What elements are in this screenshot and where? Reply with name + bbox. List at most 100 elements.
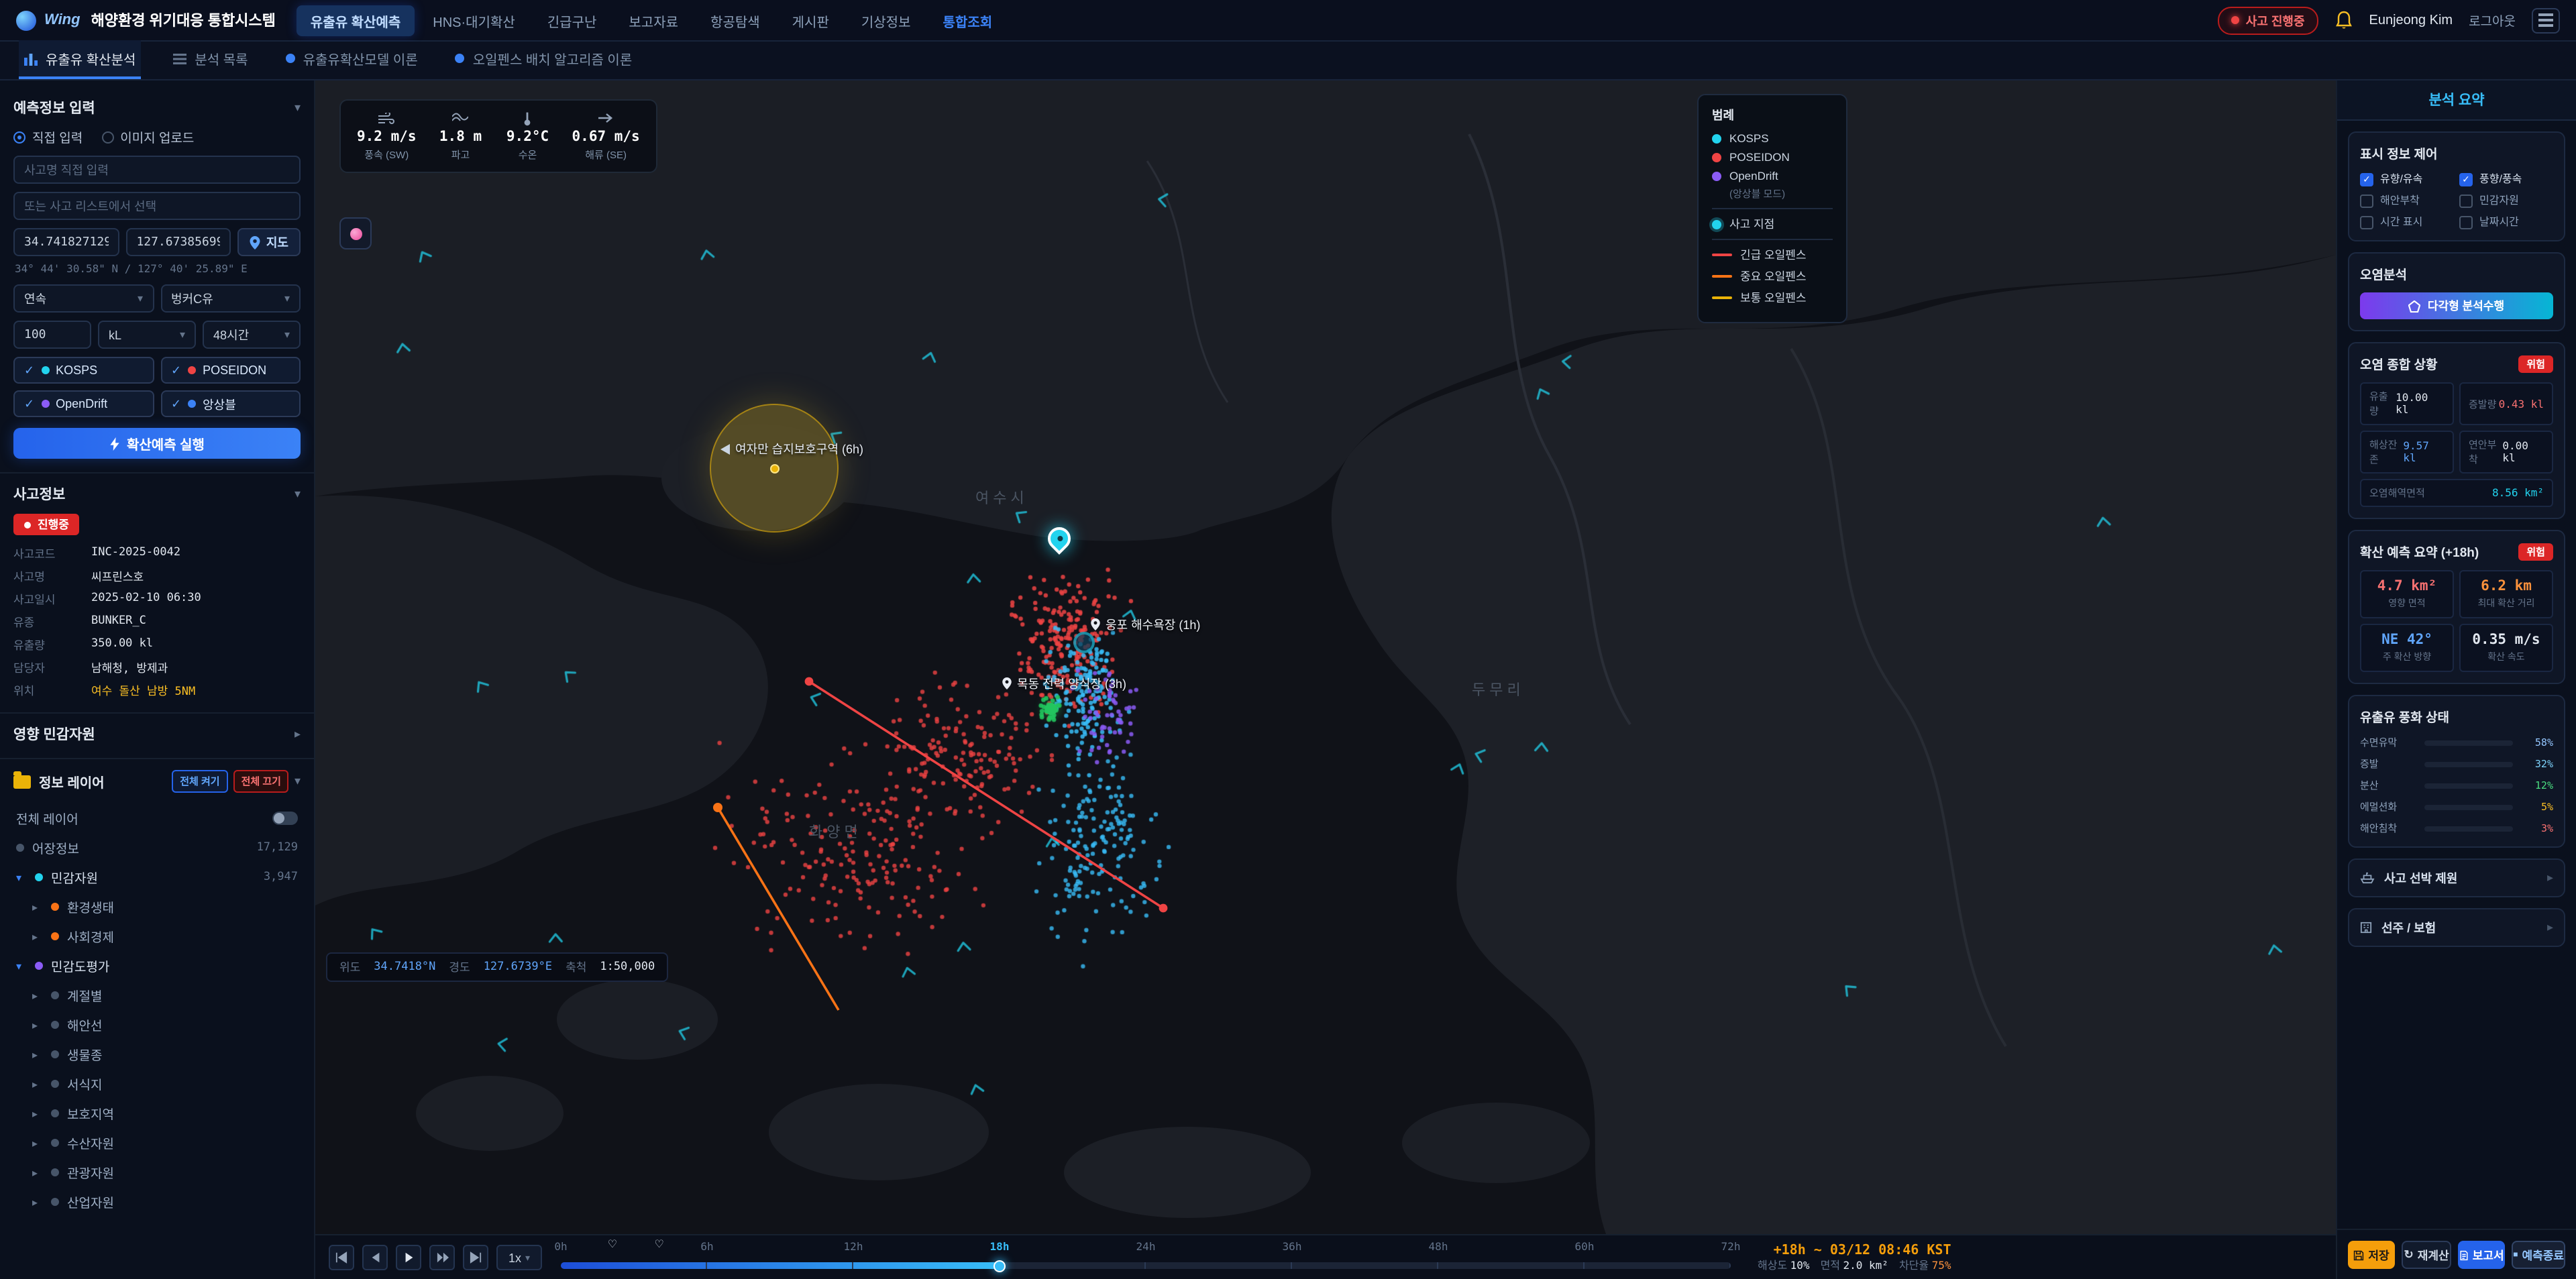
layer-socio-row[interactable]: ▸사회경제 [13, 922, 301, 951]
fast-forward-button[interactable] [429, 1245, 455, 1270]
nav-item-board[interactable]: 게시판 [779, 5, 843, 36]
nav-item-weather[interactable]: 기상정보 [848, 5, 924, 36]
timeline-track-area[interactable]: 0h 6h 12h 18h 24h 36h 48h 60h 72h ♡ ♡ [561, 1235, 1731, 1279]
wind-icon [378, 110, 394, 126]
nav-item-rescue[interactable]: 긴급구난 [534, 5, 610, 36]
bolt-icon [109, 437, 119, 450]
recalculate-button[interactable]: ↻ 재계산 [2402, 1241, 2451, 1269]
longitude-input[interactable] [125, 228, 231, 256]
layer-coastline-row[interactable]: ▸해안선 [13, 1010, 301, 1040]
skip-end-button[interactable] [463, 1245, 488, 1270]
tab-oilfence-algorithm-theory[interactable]: 오일펜스 배치 알고리즘 이론 [450, 40, 638, 79]
layer-eco-row[interactable]: ▸환경생태 [13, 892, 301, 922]
run-prediction-button[interactable]: 확산예측 실행 [13, 428, 301, 459]
layers-all-on-button[interactable]: 전체 켜기 [172, 770, 227, 793]
weathering-row: 해안침착3% [2360, 821, 2553, 836]
layer-protected-row[interactable]: ▸보호지역 [13, 1099, 301, 1128]
map-viewport[interactable]: 여수시 화양면 두무리 여자만 습지보호구역 (6h) 웅포 해수욕장 (1h) [315, 80, 2336, 1234]
nav-item-hns[interactable]: HNS·대기확산 [419, 5, 529, 36]
legend-fence-row: 보통 오일펜스 [1712, 290, 1833, 306]
map-pick-button[interactable]: 지도 [238, 228, 301, 256]
tab-diffusion-analysis[interactable]: 유출유 확산분석 [19, 40, 141, 79]
model-chip-ensemble[interactable]: ✓앙상블 [160, 390, 301, 417]
hamburger-menu-icon[interactable] [2532, 7, 2560, 33]
layer-species-row[interactable]: ▸생물종 [13, 1040, 301, 1069]
layer-sensitive-row[interactable]: ▾ 민감자원 3,947 [13, 863, 301, 892]
layer-industry-row[interactable]: ▸산업자원 [13, 1187, 301, 1217]
layer-tourism-row[interactable]: ▸관광자원 [13, 1158, 301, 1187]
duration-select[interactable]: 48시간▾ [203, 321, 301, 349]
timeline-handle[interactable] [994, 1260, 1006, 1272]
layer-seasonal-row[interactable]: ▸계절별 [13, 981, 301, 1010]
nav-item-spill-prediction[interactable]: 유출유 확산예측 [297, 5, 414, 36]
owner-insurance-section[interactable]: 선주 / 보험 ▸ [2348, 908, 2565, 947]
layers-all-off-button[interactable]: 전체 끄기 [233, 770, 289, 793]
latitude-input[interactable] [13, 228, 119, 256]
logout-link[interactable]: 로그아웃 [2469, 11, 2516, 30]
radio-image-upload[interactable]: 이미지 업로드 [101, 127, 194, 146]
model-chip-opendrift[interactable]: ✓OpenDrift [13, 390, 154, 417]
play-button[interactable] [396, 1245, 421, 1270]
accident-list-input[interactable] [13, 192, 301, 220]
summary-tab[interactable]: 분석 요약 [2337, 80, 2576, 121]
model-chip-kosps[interactable]: ✓KOSPS [13, 357, 154, 384]
save-button[interactable]: 저장 [2348, 1241, 2395, 1269]
bookmark-heart-icon[interactable]: ♡ [655, 1238, 664, 1250]
polygon-analysis-button[interactable]: 다각형 분석수행 [2360, 292, 2553, 319]
incident-section-header[interactable]: 사고정보 ▾ [13, 484, 301, 504]
chevron-down-icon: ▾ [525, 1252, 530, 1263]
tick-label: 36h [1283, 1241, 1302, 1253]
accident-name-input[interactable] [13, 156, 301, 184]
sensitive-resources-section-header[interactable]: 영향 민감자원 ▸ [13, 724, 301, 744]
option-shore-adhesion[interactable]: 해안부착 [2360, 193, 2454, 208]
radio-direct-input[interactable]: 직접 입력 [13, 127, 83, 146]
layer-fishery-row[interactable]: 어장정보 17,129 [13, 833, 301, 863]
panel-footer-actions: 저장 ↻ 재계산 보고서 ■ 예측종료 [2337, 1229, 2576, 1279]
weathering-card: 유출유 풍화 상태 수면유막58% 증발32% 분산12% 에멀션화5% 해안침… [2348, 695, 2565, 848]
legend-dot-icon [1712, 171, 1721, 180]
tab-diffusion-model-theory[interactable]: 유출유확산모델 이론 [280, 40, 423, 79]
layer-sensitivity-eval-row[interactable]: ▾ 민감도평가 [13, 951, 301, 981]
layer-fisheryres-row[interactable]: ▸수산자원 [13, 1128, 301, 1158]
chevron-down-icon: ▾ [294, 774, 301, 789]
incident-active-badge[interactable]: 사고 진행중 [2218, 6, 2318, 34]
skip-start-button[interactable] [329, 1245, 354, 1270]
unit-select[interactable]: kL▾ [98, 321, 196, 349]
option-time-display[interactable]: 시간 표시 [2360, 215, 2454, 229]
layer-dot-icon [16, 844, 24, 852]
layers-section-header: 정보 레이어 전체 켜기 전체 끄기 ▾ [13, 770, 301, 793]
pollution-status-card: 오염 종합 상황위험 유출량10.00 kl 증발량0.43 kl 해상잔존9.… [2348, 342, 2565, 519]
step-back-button[interactable] [362, 1245, 388, 1270]
option-sensitive-resources[interactable]: 민감자원 [2459, 193, 2553, 208]
option-datetime[interactable]: 날짜시간 [2459, 215, 2553, 229]
farm-marker[interactable] [1045, 703, 1057, 715]
layer-master-row[interactable]: 전체 레이어 [13, 803, 301, 833]
oil-type-select[interactable]: 벙커C유▾ [160, 284, 301, 313]
option-wind-dir[interactable]: ✓풍향/풍속 [2459, 172, 2553, 186]
user-name[interactable]: Eunjeong Kim [2369, 13, 2453, 27]
amount-input[interactable] [13, 321, 91, 349]
ship-specs-section[interactable]: 사고 선박 제원 ▸ [2348, 858, 2565, 897]
layer-habitat-row[interactable]: ▸서식지 [13, 1069, 301, 1099]
nav-item-aerial-search[interactable]: 항공탐색 [697, 5, 773, 36]
bookmark-heart-icon[interactable]: ♡ [608, 1238, 617, 1250]
spill-type-select[interactable]: 연속▾ [13, 284, 154, 313]
risk-badge: 위험 [2518, 355, 2553, 372]
report-button[interactable]: 보고서 [2458, 1241, 2505, 1269]
end-prediction-button[interactable]: ■ 예측종료 [2512, 1241, 2565, 1269]
timeline-track[interactable] [561, 1262, 1731, 1269]
nav-item-integrated-search[interactable]: 통합조회 [930, 5, 1006, 36]
fence-line-icon [1712, 254, 1732, 257]
layer-master-toggle[interactable] [272, 812, 298, 825]
tick-label: 12h [844, 1241, 863, 1253]
beach-marker[interactable] [1073, 632, 1095, 653]
notification-bell-icon[interactable] [2334, 10, 2353, 30]
particle-tool-button[interactable] [339, 217, 372, 249]
nav-item-reports[interactable]: 보고자료 [615, 5, 692, 36]
playback-speed-select[interactable]: 1x▾ [496, 1245, 542, 1270]
tab-analysis-list[interactable]: 분석 목록 [168, 40, 253, 79]
predict-section-header[interactable]: 예측정보 입력 ▾ [13, 98, 301, 118]
model-chip-poseidon[interactable]: ✓POSEIDON [160, 357, 301, 384]
option-current-dir[interactable]: ✓유향/유속 [2360, 172, 2454, 186]
layer-dot-icon [51, 1050, 59, 1058]
